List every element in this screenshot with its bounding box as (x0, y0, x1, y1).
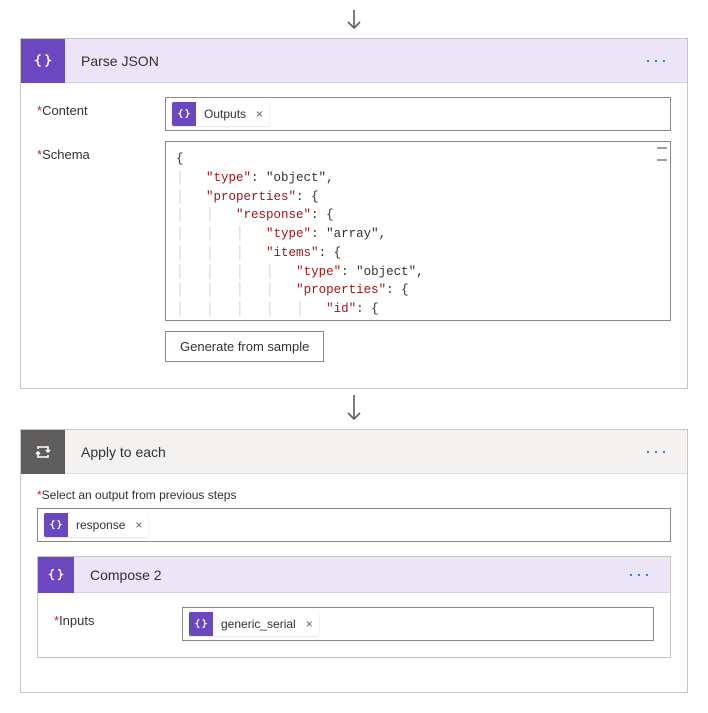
response-token-remove[interactable]: × (133, 518, 148, 532)
code-braces-icon (172, 102, 196, 126)
connector-arrow (20, 10, 688, 34)
scrollbar-icon (657, 147, 667, 161)
loop-icon (21, 430, 65, 474)
parse-json-header[interactable]: Parse JSON ··· (21, 39, 687, 83)
connector-arrow (20, 395, 688, 425)
content-input[interactable]: Outputs × (165, 97, 671, 131)
generic-serial-token-remove[interactable]: × (304, 617, 319, 631)
select-output-label: *Select an output from previous steps (37, 488, 671, 502)
apply-to-each-card: Apply to each ··· *Select an output from… (20, 429, 688, 693)
select-output-input[interactable]: response × (37, 508, 671, 542)
compose-2-body: *Inputs generic_serial × (38, 593, 670, 657)
apply-to-each-header[interactable]: Apply to each ··· (21, 430, 687, 474)
code-braces-icon (44, 513, 68, 537)
compose-2-menu-button[interactable]: ··· (624, 560, 656, 589)
outputs-token-remove[interactable]: × (254, 107, 269, 121)
response-token[interactable]: response × (44, 513, 148, 537)
generic-serial-token[interactable]: generic_serial × (189, 612, 319, 636)
apply-to-each-title: Apply to each (65, 444, 641, 460)
code-braces-icon (189, 612, 213, 636)
compose-2-title: Compose 2 (74, 567, 624, 583)
schema-label: *Schema (37, 141, 165, 162)
inputs-label: *Inputs (54, 607, 182, 628)
response-token-label: response (68, 518, 133, 532)
code-braces-icon (21, 39, 65, 83)
outputs-token[interactable]: Outputs × (172, 102, 269, 126)
parse-json-card: Parse JSON ··· *Content Outputs × *Schem… (20, 38, 688, 389)
parse-json-title: Parse JSON (65, 53, 641, 69)
compose-2-header[interactable]: Compose 2 ··· (38, 557, 670, 593)
generate-from-sample-button[interactable]: Generate from sample (165, 331, 324, 362)
apply-to-each-menu-button[interactable]: ··· (641, 437, 673, 466)
content-label: *Content (37, 97, 165, 118)
compose-2-card: Compose 2 ··· *Inputs generic_serial (37, 556, 671, 658)
parse-json-body: *Content Outputs × *Schema { │ "type" (21, 83, 687, 388)
code-braces-icon (38, 557, 74, 593)
schema-textarea[interactable]: { │ "type": "object", │ "properties": { … (165, 141, 671, 321)
parse-json-menu-button[interactable]: ··· (641, 46, 673, 75)
apply-to-each-body: *Select an output from previous steps re… (21, 474, 687, 692)
generic-serial-token-label: generic_serial (213, 617, 304, 631)
inputs-input[interactable]: generic_serial × (182, 607, 654, 641)
outputs-token-label: Outputs (196, 107, 254, 121)
